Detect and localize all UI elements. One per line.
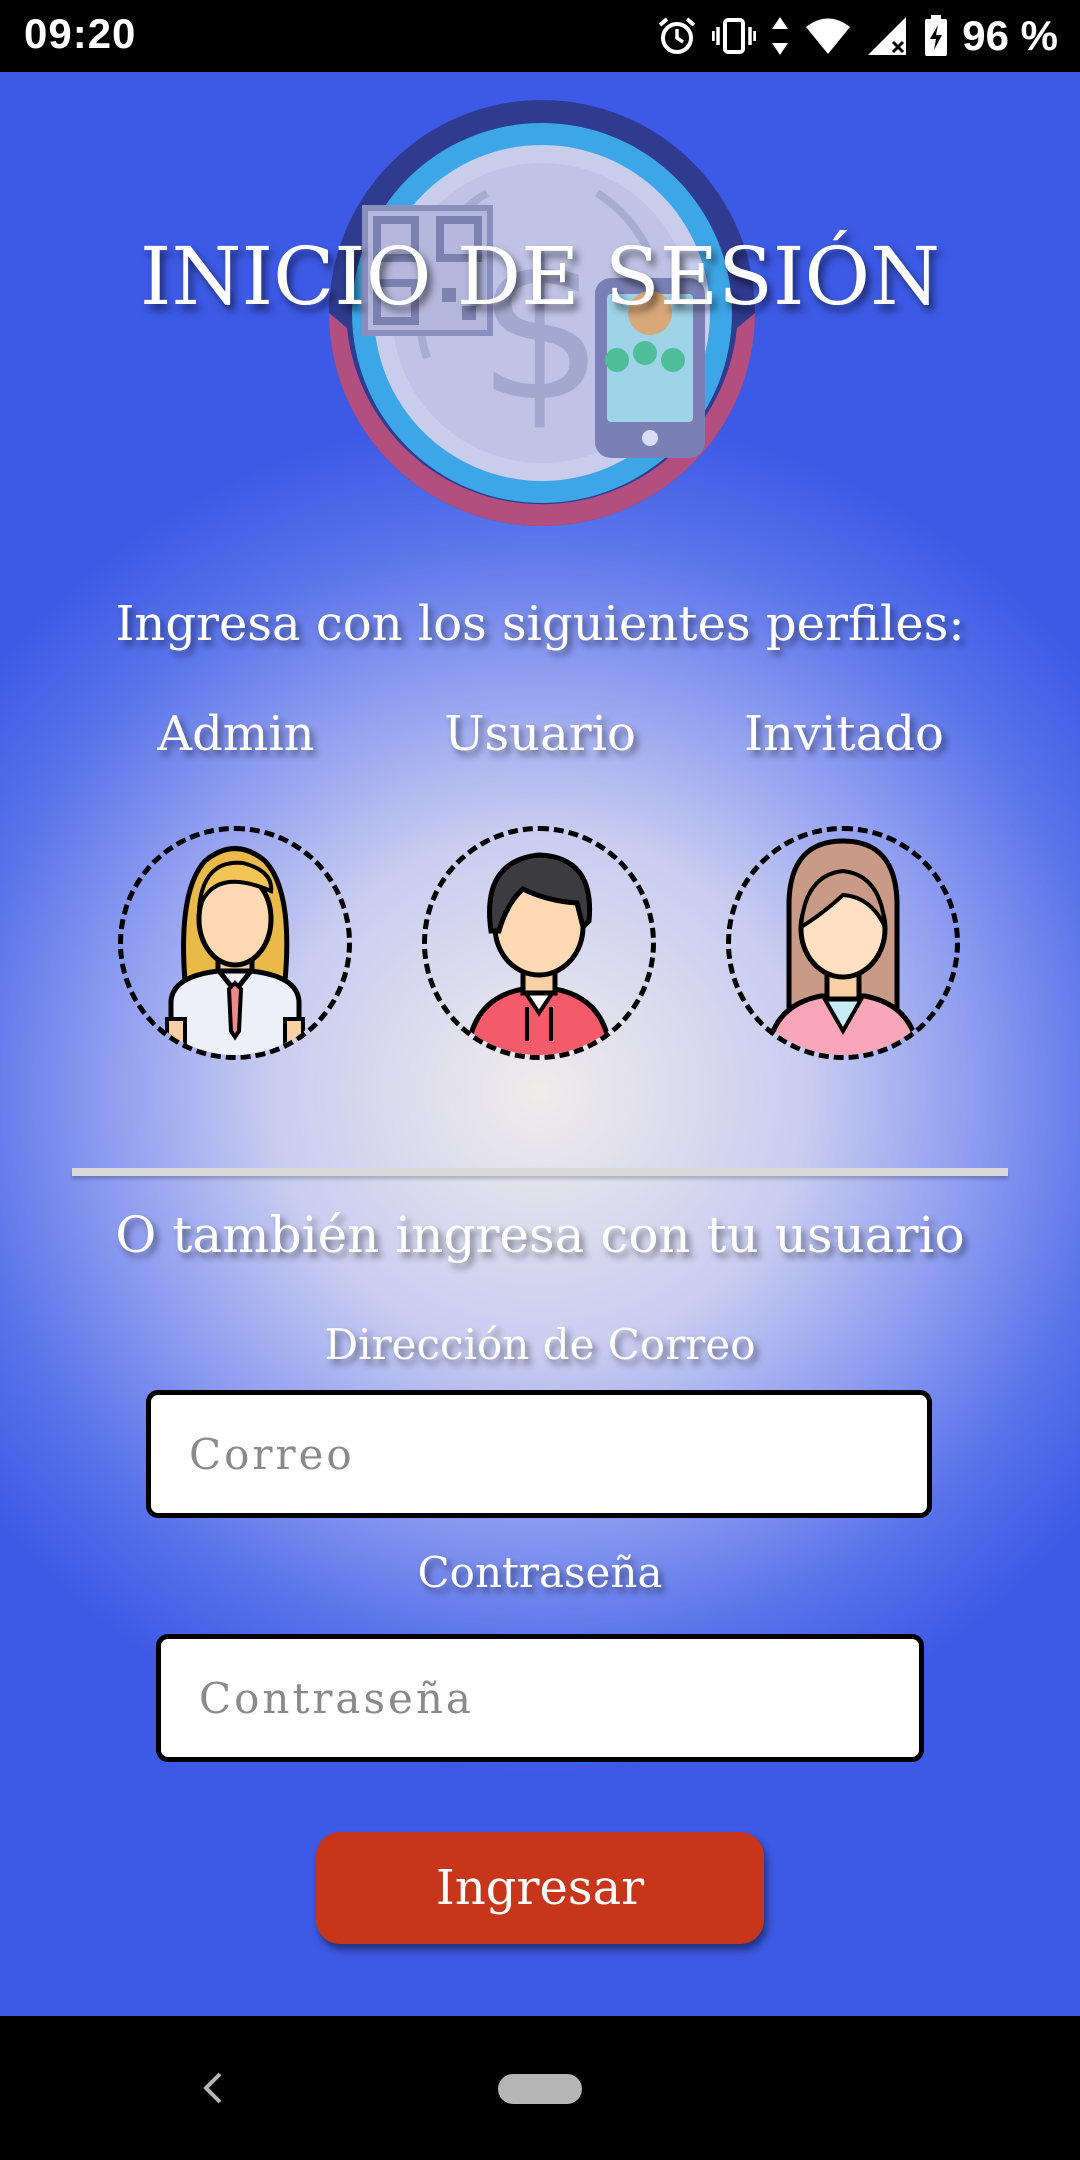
battery-icon	[925, 15, 948, 56]
profile-admin-button[interactable]	[118, 826, 352, 1060]
profile-label-invitado: Invitado	[744, 706, 944, 762]
profile-label-usuario: Usuario	[444, 706, 636, 762]
signal-icon	[868, 17, 907, 55]
email-label: Dirección de Correo	[324, 1320, 756, 1369]
status-bar: 09:20 96 %	[0, 0, 1080, 72]
status-icons: 96 %	[656, 10, 1058, 62]
alt-login-heading: O también ingresa con tu usuario	[115, 1206, 965, 1264]
nav-bar	[0, 2016, 1080, 2160]
wifi-icon	[806, 18, 851, 54]
section-divider	[72, 1168, 1008, 1176]
data-arrows-icon	[772, 17, 789, 55]
back-icon[interactable]	[190, 2064, 238, 2112]
status-time: 09:20	[24, 10, 137, 57]
guest-avatar-icon	[764, 838, 922, 1055]
vibrate-icon	[712, 18, 757, 54]
password-field[interactable]	[156, 1634, 924, 1762]
page-title: INICIO DE SESIÓN	[139, 230, 941, 323]
login-button[interactable]: Ingresar	[316, 1832, 764, 1944]
password-label: Contraseña	[417, 1548, 663, 1597]
profile-label-admin: Admin	[157, 706, 315, 762]
user-avatar-icon	[464, 852, 614, 1055]
profile-invitado-button[interactable]	[726, 826, 960, 1060]
profiles-heading: Ingresa con los siguientes perfiles:	[115, 596, 965, 652]
login-screen: $ INICIO DE SESIÓN Ingresa con los sigui…	[0, 72, 1080, 2016]
alarm-icon	[658, 17, 696, 54]
home-pill-icon[interactable]	[498, 2074, 582, 2104]
email-field[interactable]	[146, 1390, 932, 1518]
battery-percent: 96 %	[962, 12, 1058, 59]
admin-avatar-icon	[165, 846, 305, 1055]
profile-usuario-button[interactable]	[422, 826, 656, 1060]
